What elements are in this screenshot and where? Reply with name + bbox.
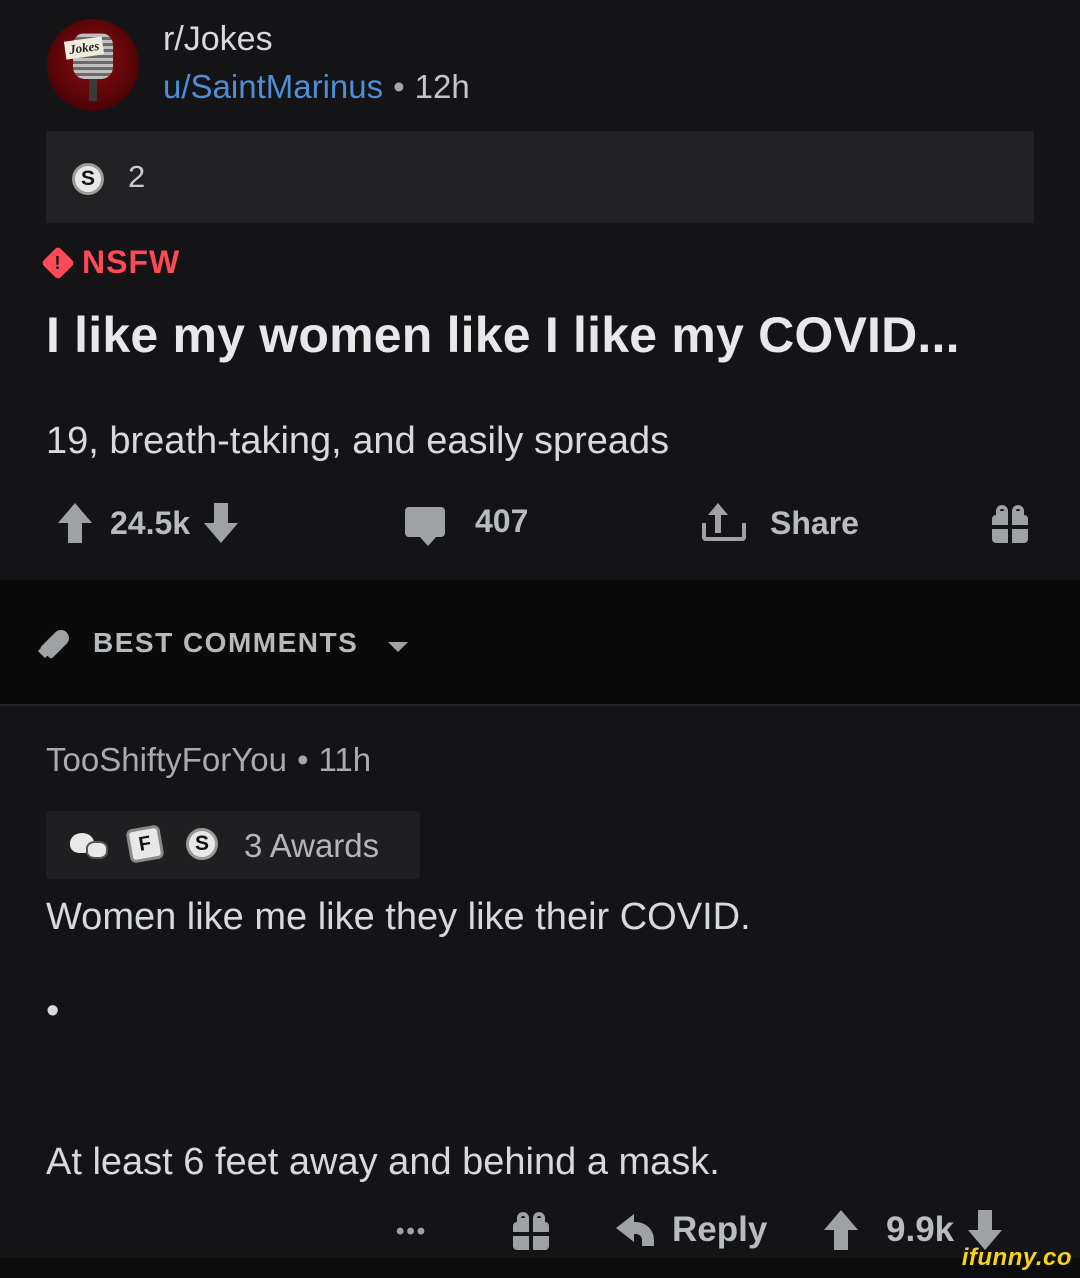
awards-label: 3 Awards <box>244 827 380 864</box>
press-f-award-icon: F <box>125 824 165 864</box>
reply-button[interactable]: Reply <box>616 1210 767 1250</box>
meta-separator: • <box>393 68 405 105</box>
post-age: 12h <box>414 68 470 105</box>
comment-age: 11h <box>318 741 372 778</box>
silver-award-icon: S <box>72 163 104 195</box>
comment-meta: TooShiftyForYou • 11h <box>46 741 371 779</box>
comment-sort-bar[interactable]: BEST COMMENTS <box>0 580 1080 706</box>
nsfw-tag: ! NSFW <box>41 244 181 281</box>
comment-text-bullet: • <box>46 990 60 1032</box>
more-options-button[interactable]: ••• <box>396 1218 427 1246</box>
comment-text-line: Women like me like they like their COVID… <box>46 896 751 938</box>
post-title: I like my women like I like my COVID... <box>46 307 960 363</box>
nsfw-label: NSFW <box>82 244 181 280</box>
upvote-icon[interactable] <box>58 503 92 543</box>
share-icon <box>702 503 746 543</box>
award-count: 2 <box>128 159 146 194</box>
bottom-edge <box>0 1258 1080 1278</box>
award-button[interactable] <box>990 503 1030 543</box>
rocket-icon <box>37 626 74 662</box>
comments-button[interactable]: 407 <box>405 503 529 546</box>
comment-award-button[interactable] <box>511 1210 551 1250</box>
meta-separator: • <box>296 741 309 778</box>
post-author-link[interactable]: u/SaintMarinus <box>163 68 383 105</box>
vote-bar: 24.5k <box>58 503 239 543</box>
post-meta: u/SaintMarinus • 12h <box>163 68 470 106</box>
reply-label: Reply <box>672 1210 768 1249</box>
comment-count: 407 <box>475 503 529 539</box>
watermark: ifunny.co <box>961 1244 1072 1271</box>
reply-icon <box>616 1212 656 1248</box>
warning-icon: ! <box>41 245 75 280</box>
silver-award-icon: S <box>186 828 218 860</box>
comment-score: 9.9k <box>886 1210 955 1249</box>
share-button[interactable]: Share <box>702 503 859 543</box>
post-awards-bar[interactable]: S 2 <box>46 131 1034 223</box>
helpful-hand-award-icon <box>70 827 110 863</box>
subreddit-name[interactable]: r/Jokes <box>163 20 273 59</box>
subreddit-avatar[interactable]: Jokes <box>47 19 139 111</box>
comment-author[interactable]: TooShiftyForYou <box>46 741 287 778</box>
gift-icon <box>511 1210 551 1250</box>
upvote-icon[interactable] <box>824 1210 858 1250</box>
chevron-down-icon <box>388 642 408 652</box>
downvote-icon[interactable] <box>204 503 239 543</box>
sort-label: BEST COMMENTS <box>93 627 359 658</box>
upvote-count: 24.5k <box>110 504 191 541</box>
share-label: Share <box>770 504 859 541</box>
comment-awards[interactable]: F S 3 Awards <box>46 811 420 879</box>
post-body: 19, breath-taking, and easily spreads <box>46 420 670 462</box>
mic-stand <box>89 79 97 101</box>
gift-icon <box>990 503 1030 543</box>
comment-icon <box>405 506 445 546</box>
comment-text-line: At least 6 feet away and behind a mask. <box>46 1141 720 1183</box>
